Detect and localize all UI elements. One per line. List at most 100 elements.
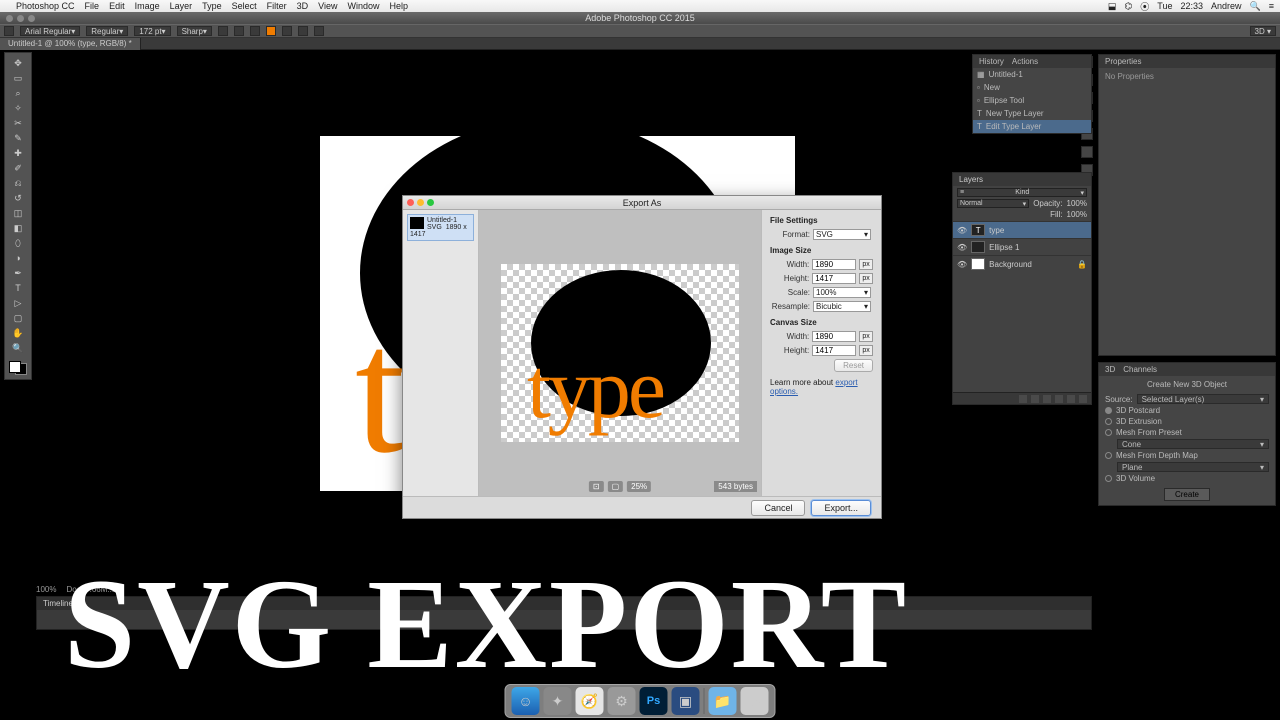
mask-icon[interactable] <box>1043 395 1051 403</box>
zoom-fit-icon[interactable]: ⊡ <box>589 481 604 492</box>
info-panel-icon[interactable] <box>1081 146 1093 158</box>
zoom-level[interactable]: 100% <box>36 585 56 594</box>
type-tool-icon[interactable]: T <box>12 282 24 294</box>
menu-help[interactable]: Help <box>390 1 409 11</box>
delete-layer-icon[interactable] <box>1079 395 1087 403</box>
radio-depth-map[interactable] <box>1105 452 1112 459</box>
workspace-switcher[interactable]: 3D ▾ <box>1250 26 1276 36</box>
visibility-icon[interactable]: 👁 <box>957 226 967 235</box>
brush-tool-icon[interactable]: ✐ <box>12 162 24 174</box>
font-weight-select[interactable]: Regular ▾ <box>86 26 128 36</box>
actions-tab[interactable]: Actions <box>1012 57 1038 66</box>
pen-tool-icon[interactable]: ✒ <box>12 267 24 279</box>
layers-panel[interactable]: Layers ≡ Kind ▾ Normal ▾Opacity:100% Fil… <box>952 172 1092 405</box>
menu-view[interactable]: View <box>318 1 337 11</box>
new-group-icon[interactable] <box>1055 395 1063 403</box>
move-tool-icon[interactable]: ✥ <box>12 57 24 69</box>
heal-tool-icon[interactable]: ✚ <box>12 147 24 159</box>
color-swatches[interactable] <box>9 361 27 375</box>
3d-tab[interactable]: 3D <box>1105 365 1115 374</box>
visibility-icon[interactable]: 👁 <box>957 260 967 269</box>
canvas-reset-button[interactable]: Reset <box>834 359 873 372</box>
export-preview[interactable]: type 543 bytes ⊡ ▢ 25% <box>479 210 761 496</box>
wifi-icon[interactable]: ⦿ <box>1140 0 1149 13</box>
depth-map-select[interactable]: Plane▾ <box>1117 462 1269 472</box>
image-height-input[interactable] <box>812 273 856 284</box>
zoom-tool-icon[interactable]: 🔍 <box>12 342 24 354</box>
marquee-tool-icon[interactable]: ▭ <box>12 72 24 84</box>
cancel-button[interactable]: Cancel <box>751 500 805 516</box>
align-right-icon[interactable] <box>250 26 260 36</box>
font-size-select[interactable]: 172 pt ▾ <box>134 26 170 36</box>
dialog-zoom-icon[interactable] <box>427 199 434 206</box>
menu-edit[interactable]: Edit <box>109 1 125 11</box>
dock-finder-icon[interactable]: ☺ <box>512 687 540 715</box>
mac-dock[interactable]: ☺ ✦ 🧭 ⚙ Ps ▣ 📁 🗑 <box>505 684 776 718</box>
blur-tool-icon[interactable]: ⬯ <box>12 237 24 249</box>
dock-safari-icon[interactable]: 🧭 <box>576 687 604 715</box>
menu-image[interactable]: Image <box>135 1 160 11</box>
crop-tool-icon[interactable]: ✂ <box>12 117 24 129</box>
menu-window[interactable]: Window <box>348 1 380 11</box>
history-step[interactable]: ▫ New <box>973 81 1091 94</box>
menu-filter[interactable]: Filter <box>267 1 287 11</box>
dock-launchpad-icon[interactable]: ✦ <box>544 687 572 715</box>
asset-item[interactable]: Untitled-1 SVG 1890 x 1417 <box>407 214 474 241</box>
dialog-titlebar[interactable]: Export As <box>403 196 881 210</box>
tools-panel[interactable]: ✥ ▭ ⌕ ✧ ✂ ✎ ✚ ✐ ⎌ ↺ ◫ ◧ ⬯ ◑ ✒ T ▷ ▢ ✋ 🔍 <box>4 52 32 380</box>
zoom-actual-icon[interactable]: ▢ <box>608 481 624 492</box>
export-button[interactable]: Export... <box>811 500 871 516</box>
eyedropper-tool-icon[interactable]: ✎ <box>12 132 24 144</box>
link-layers-icon[interactable] <box>1019 395 1027 403</box>
dock-photoshop-icon[interactable]: Ps <box>640 687 668 715</box>
align-left-icon[interactable] <box>218 26 228 36</box>
scale-select[interactable]: 100%▾ <box>813 287 871 298</box>
dock-screenflow-icon[interactable]: ▣ <box>672 687 700 715</box>
cloud-icon[interactable]: ⌬ <box>1124 1 1132 12</box>
shape-tool-icon[interactable]: ▢ <box>12 312 24 324</box>
path-tool-icon[interactable]: ▷ <box>12 297 24 309</box>
3d-source-select[interactable]: Selected Layer(s)▾ <box>1137 394 1269 404</box>
format-select[interactable]: SVG▾ <box>813 229 871 240</box>
tool-preset-icon[interactable] <box>4 26 14 36</box>
canvas-width-input[interactable] <box>812 331 856 342</box>
new-layer-icon[interactable] <box>1067 395 1075 403</box>
3d-text-icon[interactable] <box>314 26 324 36</box>
antialias-select[interactable]: Sharp ▾ <box>177 26 212 36</box>
stamp-tool-icon[interactable]: ⎌ <box>12 177 24 189</box>
layers-footer[interactable] <box>953 392 1091 404</box>
dock-trash-icon[interactable]: 🗑 <box>741 687 769 715</box>
properties-panel[interactable]: Properties No Properties <box>1098 54 1276 356</box>
fill-value[interactable]: 100% <box>1067 210 1087 219</box>
zoom-value[interactable]: 25% <box>627 481 651 492</box>
lasso-tool-icon[interactable]: ⌕ <box>12 87 24 99</box>
options-bar[interactable]: Arial Regular ▾ Regular ▾ 172 pt ▾ Sharp… <box>0 24 1280 38</box>
font-family-select[interactable]: Arial Regular ▾ <box>20 26 80 36</box>
eraser-tool-icon[interactable]: ◫ <box>12 207 24 219</box>
spotlight-icon[interactable]: 🔍 <box>1250 1 1261 12</box>
history-brush-tool-icon[interactable]: ↺ <box>12 192 24 204</box>
gradient-tool-icon[interactable]: ◧ <box>12 222 24 234</box>
menu-list-icon[interactable]: ≡ <box>1269 1 1274 11</box>
character-panel-icon[interactable] <box>298 26 308 36</box>
channels-tab[interactable]: Channels <box>1123 365 1157 374</box>
blend-mode-select[interactable]: Normal ▾ <box>957 199 1029 208</box>
document-tab[interactable]: Untitled-1 @ 100% (type, RGB/8) * <box>0 38 141 50</box>
fx-icon[interactable] <box>1031 395 1039 403</box>
dock-folder-icon[interactable]: 📁 <box>709 687 737 715</box>
3d-create-button[interactable]: Create <box>1164 488 1210 501</box>
history-step[interactable]: ▫ Ellipse Tool <box>973 94 1091 107</box>
radio-mesh-preset[interactable] <box>1105 429 1112 436</box>
mac-menubar[interactable]: Photoshop CC File Edit Image Layer Type … <box>0 0 1280 12</box>
dock-sysprefs-icon[interactable]: ⚙ <box>608 687 636 715</box>
properties-tab[interactable]: Properties <box>1105 57 1141 66</box>
layers-tab[interactable]: Layers <box>959 175 983 184</box>
dodge-tool-icon[interactable]: ◑ <box>12 252 24 264</box>
layer-row-type[interactable]: 👁Ttype <box>953 221 1091 238</box>
warp-text-icon[interactable] <box>282 26 292 36</box>
opacity-value[interactable]: 100% <box>1067 199 1087 208</box>
image-width-input[interactable] <box>812 259 856 270</box>
align-center-icon[interactable] <box>234 26 244 36</box>
dialog-min-icon[interactable] <box>417 199 424 206</box>
history-panel[interactable]: HistoryActions ▦ Untitled-1 ▫ New ▫ Elli… <box>972 54 1092 134</box>
